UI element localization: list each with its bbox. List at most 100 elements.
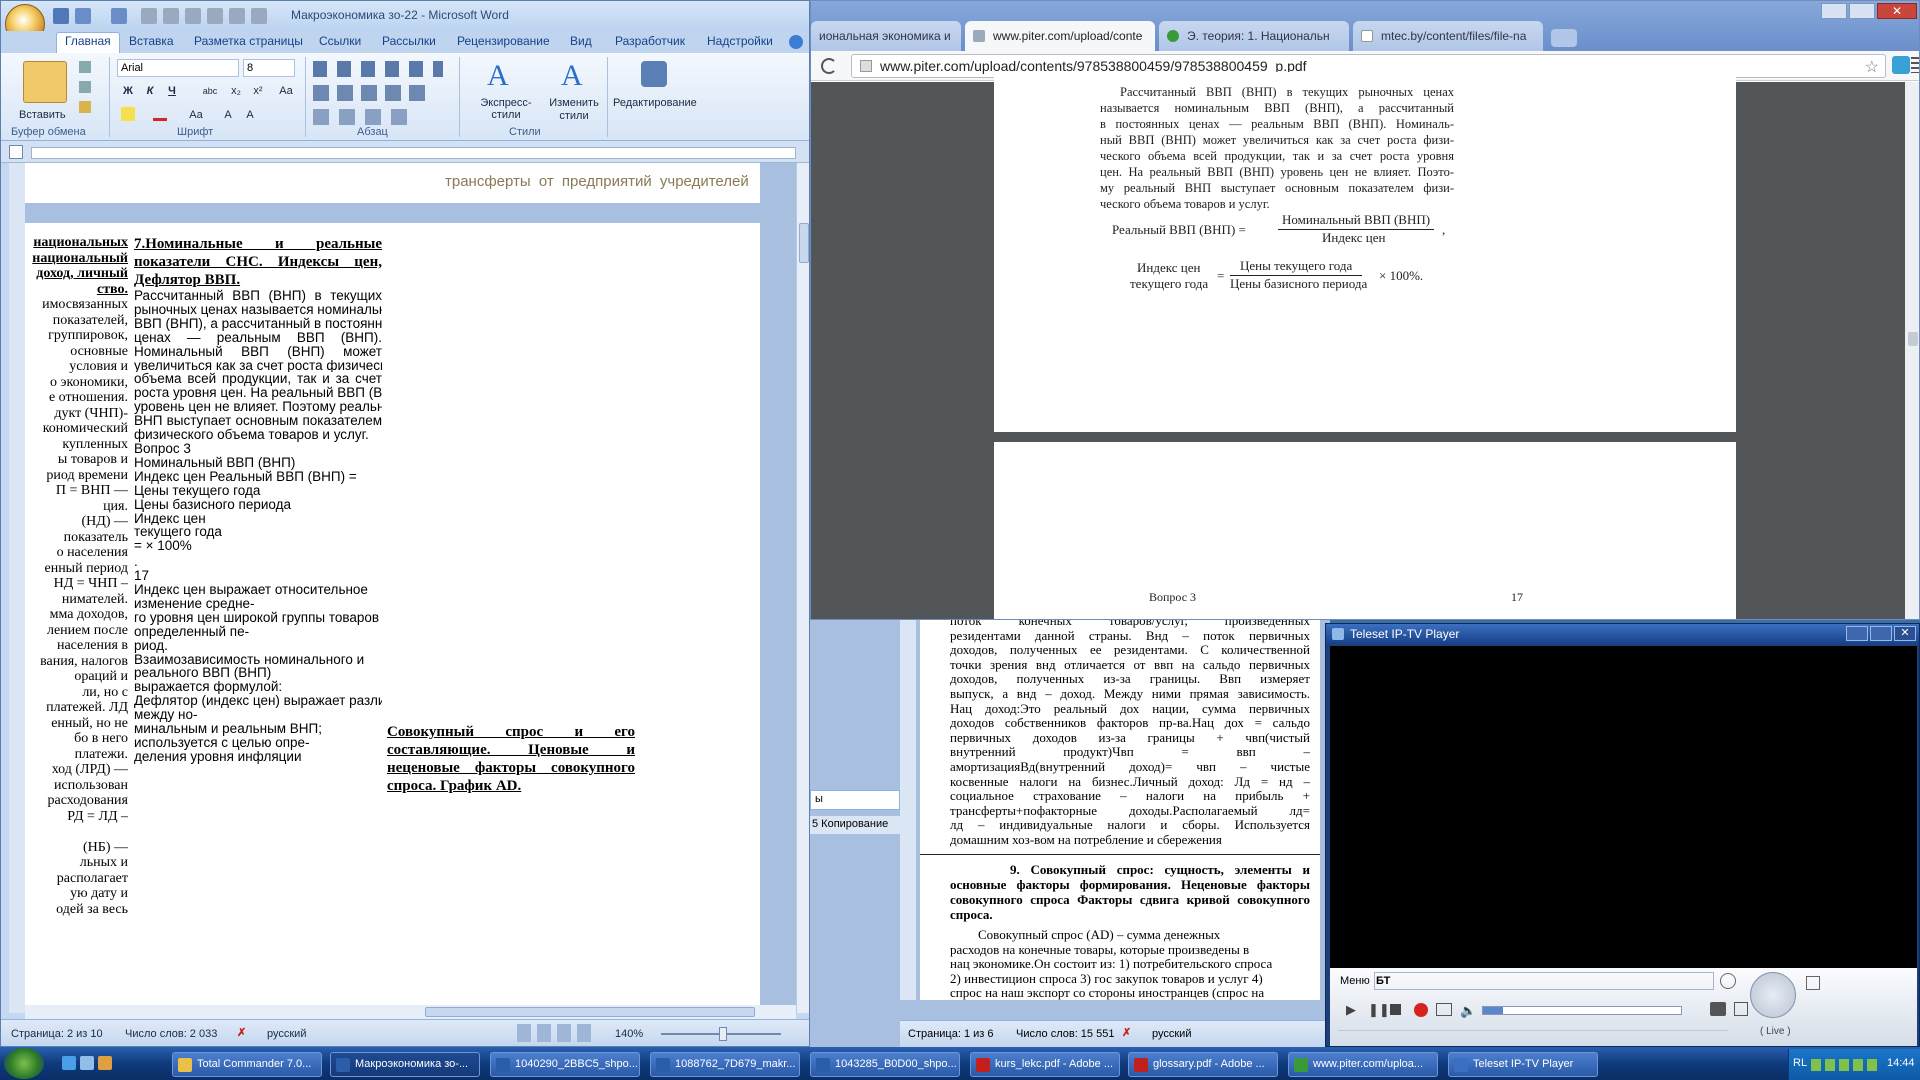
horizontal-scrollbar[interactable]: [25, 1005, 796, 1019]
pdf-scrollbar[interactable]: [1905, 82, 1919, 619]
quick-access-icon[interactable]: [229, 8, 245, 24]
quick-launch-icon[interactable]: [98, 1056, 112, 1070]
change-case-button[interactable]: Aa: [185, 107, 207, 123]
grow-font-button[interactable]: A: [219, 107, 237, 123]
reload-icon[interactable]: [821, 58, 837, 74]
status-language[interactable]: русский: [267, 1028, 306, 1040]
font-color-icon[interactable]: [153, 107, 167, 121]
tab-review[interactable]: Рецензирование: [457, 34, 550, 48]
volume-icon[interactable]: 🔈: [1460, 1003, 1476, 1019]
channel-select[interactable]: [1374, 972, 1714, 990]
shading-border-icon[interactable]: [313, 109, 413, 125]
paste-button[interactable]: Вставить: [19, 109, 66, 121]
font-name-combo[interactable]: Arial: [117, 59, 239, 77]
stop-button[interactable]: [1390, 1004, 1401, 1015]
quick-access-icon[interactable]: [207, 8, 223, 24]
undo-icon[interactable]: [75, 8, 91, 24]
shrink-font-button[interactable]: A: [241, 107, 259, 123]
direction-pad[interactable]: [1750, 972, 1796, 1018]
close-button[interactable]: ✕: [1877, 3, 1917, 19]
find-binoculars-icon[interactable]: [641, 61, 667, 87]
play-button[interactable]: ▶: [1346, 1002, 1356, 1018]
superscript-button[interactable]: x²: [249, 83, 267, 99]
browser-tab-active[interactable]: www.piter.com/upload/conte: [965, 21, 1155, 51]
font-size-combo[interactable]: 8: [243, 59, 295, 77]
italic-button[interactable]: К: [141, 83, 159, 99]
maximize-button[interactable]: [1849, 3, 1875, 19]
paste-icon[interactable]: [23, 61, 67, 103]
taskbar-button[interactable]: kurs_lekc.pdf - Adobe ...: [970, 1052, 1120, 1077]
quick-launch-icon[interactable]: [62, 1056, 76, 1070]
info-icon[interactable]: [1720, 973, 1736, 989]
zoom-slider-thumb[interactable]: [719, 1027, 727, 1041]
quick-access-icon[interactable]: [251, 8, 267, 24]
scroll-thumb[interactable]: [799, 223, 809, 263]
quick-styles-icon[interactable]: A: [487, 59, 509, 93]
taskbar-button[interactable]: Total Commander 7.0...: [172, 1052, 322, 1077]
taskbar-button[interactable]: 1088762_7D679_makr...: [650, 1052, 800, 1077]
underline-button[interactable]: Ч: [163, 83, 181, 99]
extension-icon[interactable]: [1892, 56, 1910, 74]
snapshot-icon[interactable]: [1710, 1002, 1726, 1016]
bookmark-star-icon[interactable]: ☆: [1865, 57, 1879, 77]
tab-view[interactable]: Вид: [570, 34, 592, 48]
tab-addins[interactable]: Надстройки: [707, 34, 773, 48]
tab-developer[interactable]: Разработчик: [615, 34, 685, 48]
spellcheck-icon[interactable]: ✗: [237, 1026, 251, 1040]
vertical-scrollbar[interactable]: [796, 163, 809, 1013]
taskbar-button[interactable]: Teleset IP-TV Player: [1448, 1052, 1598, 1077]
new-tab-button[interactable]: [1551, 29, 1577, 47]
editing-button[interactable]: Редактирование: [613, 97, 697, 109]
tab-insert[interactable]: Вставка: [129, 34, 174, 48]
pause-button[interactable]: ❚❚: [1368, 1002, 1390, 1018]
tab-references[interactable]: Ссылки: [319, 34, 361, 48]
wrench-menu-icon[interactable]: [1911, 57, 1919, 73]
taskbar-button[interactable]: www.piter.com/uploa...: [1288, 1052, 1438, 1077]
cut-icon[interactable]: [79, 61, 91, 73]
taskbar-button[interactable]: glossary.pdf - Adobe ...: [1128, 1052, 1278, 1077]
status-page[interactable]: Страница: 2 из 10: [11, 1028, 103, 1040]
help-icon[interactable]: [789, 35, 803, 49]
change-styles-button[interactable]: Изменить стили: [547, 97, 601, 123]
side-panel-copy[interactable]: 5 Копирование: [810, 816, 900, 834]
volume-slider[interactable]: [1482, 1006, 1682, 1015]
maximize-button[interactable]: [1870, 626, 1892, 641]
quick-launch-icon[interactable]: [80, 1056, 94, 1070]
progress-bar[interactable]: [1338, 1030, 1728, 1036]
start-button[interactable]: [4, 1048, 44, 1079]
clear-format-button[interactable]: Aa: [277, 83, 295, 99]
menu-button[interactable]: Меню: [1340, 975, 1370, 987]
browser-tab[interactable]: иональная экономика и: [811, 21, 961, 51]
scroll-thumb[interactable]: [1908, 332, 1918, 346]
taskbar-button[interactable]: 1043285_B0D00_shpo...: [810, 1052, 960, 1077]
quick-access-icon[interactable]: [163, 8, 179, 24]
quick-styles-button[interactable]: Экспресс-стили: [467, 97, 545, 121]
status-page[interactable]: Страница: 1 из 6: [908, 1028, 994, 1040]
language-indicator[interactable]: RL: [1793, 1057, 1807, 1069]
quick-access-icon[interactable]: [185, 8, 201, 24]
redo-icon[interactable]: [111, 8, 127, 24]
browser-tab[interactable]: mtec.by/content/files/file-na: [1353, 21, 1543, 51]
format-painter-icon[interactable]: [79, 101, 91, 113]
copy-icon[interactable]: [79, 81, 91, 93]
change-styles-icon[interactable]: A: [561, 59, 583, 93]
video-area[interactable]: [1330, 646, 1917, 968]
clock[interactable]: 14:44: [1887, 1057, 1915, 1069]
tab-home[interactable]: Главная: [56, 32, 120, 53]
close-button[interactable]: ✕: [1894, 626, 1916, 641]
minimize-button[interactable]: [1846, 626, 1868, 641]
tab-mailings[interactable]: Рассылки: [382, 34, 436, 48]
record-button[interactable]: [1414, 1003, 1428, 1017]
spellcheck-icon[interactable]: ✗: [1122, 1026, 1131, 1039]
strikethrough-button[interactable]: abc: [197, 83, 223, 99]
hscroll-thumb[interactable]: [425, 1007, 755, 1017]
zoom-level[interactable]: 140%: [615, 1028, 643, 1040]
list-buttons-icon[interactable]: [313, 61, 443, 77]
taskbar-button[interactable]: 1040290_2BBC5_shpo...: [490, 1052, 640, 1077]
highlight-icon[interactable]: [121, 107, 135, 121]
save-icon[interactable]: [53, 8, 69, 24]
align-buttons-icon[interactable]: [313, 85, 425, 101]
status-language[interactable]: русский: [1152, 1028, 1191, 1040]
fullscreen-icon[interactable]: [1806, 976, 1820, 990]
browser-tab[interactable]: Э. теория: 1. Национальн: [1159, 21, 1349, 51]
